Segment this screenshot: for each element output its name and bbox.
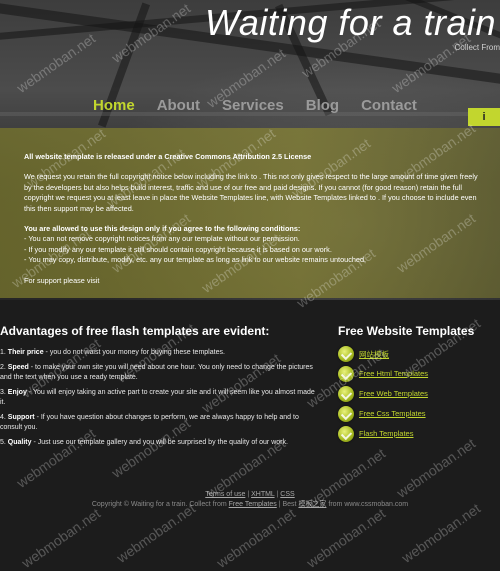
nav-contact[interactable]: Contact [361,97,417,114]
site-title: Waiting for a train [205,2,496,43]
watermark-text: webmoban.net [18,505,104,571]
list-item: 2. Speed - to make your own site you wil… [0,364,313,381]
condition-item: - You can not remove copyright notices f… [24,234,300,244]
watermark-text: webmoban.net [303,505,389,571]
nav-about[interactable]: About [157,97,200,114]
main-content: Advantages of free flash templates are e… [0,300,500,460]
list-item: 3. Enjoy - You will enjoy taking an acti… [0,389,315,406]
link-free-html-templates[interactable]: Free Html Templates [359,369,428,378]
nav-home[interactable]: Home [93,97,135,114]
condition-item: - If you modify any our template it stil… [24,244,332,254]
nav-blog[interactable]: Blog [306,97,339,114]
list-item: 1. Their price - you do not waist your m… [0,349,225,356]
footer-links: Terms of use | XHTML | CSS [205,491,295,498]
link-flash-templates[interactable]: Flash Templates [359,429,413,438]
link-free-web-templates[interactable]: Free Web Templates [359,389,428,398]
xhtml-link[interactable]: XHTML [251,491,274,498]
link-item: Free Html Templates [338,364,500,384]
link-free-css-templates[interactable]: Free Css Templates [359,409,426,418]
list-item: 4. Support - If you have question about … [0,414,299,431]
advantages-section: Advantages of free flash templates are e… [0,324,318,453]
collect-text: Collect From [454,43,500,52]
arrow-bullet-icon [338,426,354,442]
main-nav: Home About Services Blog Contact [93,97,439,114]
templates-links: 网站模板 Free Html Templates Free Web Templa… [338,344,500,444]
condition-item: - You may copy, distribute, modify, etc.… [24,255,367,265]
arrow-bullet-icon [338,386,354,402]
templates-heading: Free Website Templates [338,324,475,338]
arrow-bullet-icon [338,406,354,422]
cn-templates-link[interactable]: 模板之家 [298,501,326,508]
watermark-text: webmoban.net [213,505,299,571]
advantages-list: 1. Their price - you do not waist your m… [0,348,318,448]
link-item: 网站模板 [338,344,500,364]
arrow-bullet-icon [338,366,354,382]
link-cn-templates[interactable]: 网站模板 [359,349,389,360]
free-templates-link[interactable]: Free Templates [229,501,277,508]
link-item: Free Web Templates [338,384,500,404]
templates-section: Free Website Templates 网站模板 Free Html Te… [338,324,500,444]
link-item: Free Css Templates [338,404,500,424]
notice-heading: All website template is released under a… [24,152,312,161]
list-item: 5. Quality - Just use our template galle… [0,439,288,446]
advantages-heading: Advantages of free flash templates are e… [0,324,270,338]
license-notice: All website template is released under a… [0,128,500,298]
allowed-heading: You are allowed to use this design only … [24,224,301,234]
copyright: Copyright © Waiting for a train. Collect… [91,501,409,508]
arrow-bullet-icon [338,346,354,362]
notice-paragraph: We request you retain the full copyright… [24,172,478,213]
footer: Terms of use | XHTML | CSS Copyright © W… [0,490,500,510]
css-link[interactable]: CSS [280,491,294,498]
terms-link[interactable]: Terms of use [205,491,245,498]
side-tab[interactable]: i [468,108,500,126]
nav-services[interactable]: Services [222,97,284,114]
support-text: For support please visit [24,275,100,285]
link-item: Flash Templates [338,424,500,444]
